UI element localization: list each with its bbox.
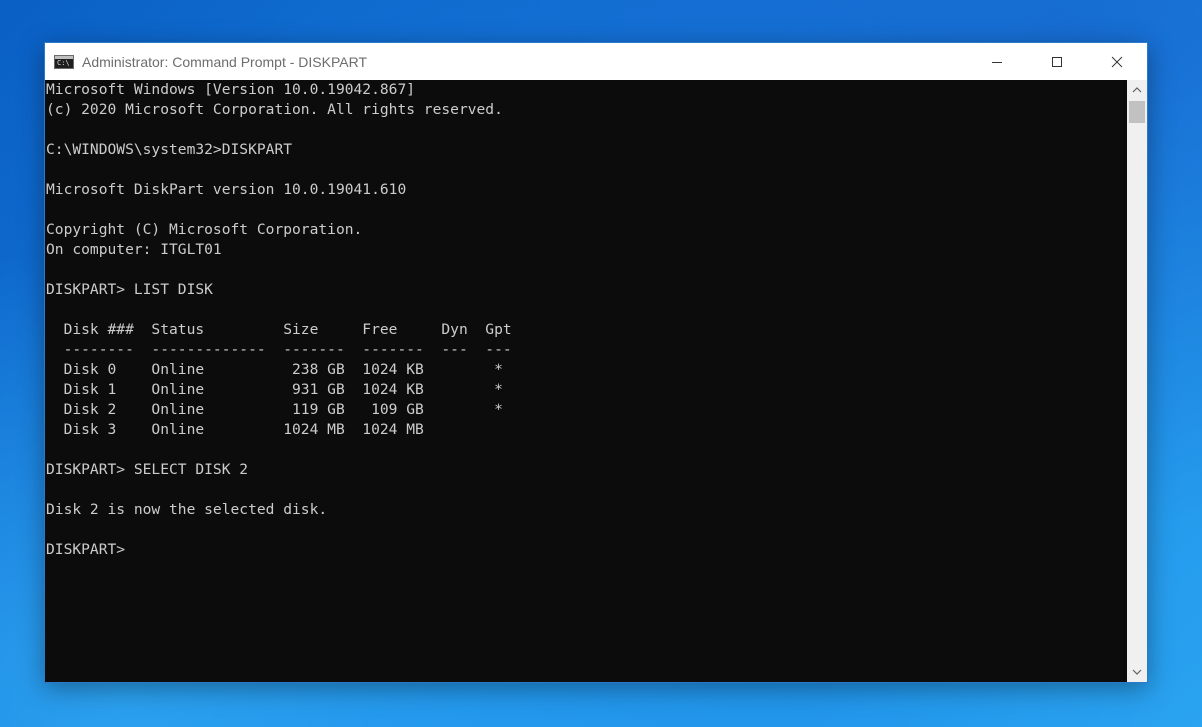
console-line: Microsoft DiskPart version 10.0.19041.61… bbox=[46, 181, 407, 198]
command-prompt-icon[interactable]: C:\ bbox=[54, 54, 74, 69]
console-line: On computer: ITGLT01 bbox=[46, 241, 222, 258]
chevron-up-icon bbox=[1132, 87, 1142, 93]
close-icon bbox=[1111, 56, 1123, 67]
console-area[interactable]: Microsoft Windows [Version 10.0.19042.86… bbox=[45, 80, 1147, 682]
console-line: Microsoft Windows [Version 10.0.19042.86… bbox=[46, 81, 416, 98]
title-bar[interactable]: C:\ Administrator: Command Prompt - DISK… bbox=[45, 43, 1147, 80]
window-title: Administrator: Command Prompt - DISKPART bbox=[82, 53, 368, 70]
maximize-icon bbox=[1052, 56, 1062, 67]
console-line: Disk 2 is now the selected disk. bbox=[46, 501, 328, 518]
scroll-thumb[interactable] bbox=[1129, 101, 1145, 123]
command-prompt-window[interactable]: C:\ Administrator: Command Prompt - DISK… bbox=[44, 42, 1148, 683]
vertical-scrollbar[interactable] bbox=[1127, 80, 1147, 682]
console-line: (c) 2020 Microsoft Corporation. All righ… bbox=[46, 101, 503, 118]
console-line: DISKPART> SELECT DISK 2 bbox=[46, 461, 249, 478]
minimize-icon bbox=[992, 61, 1002, 63]
scroll-up-button[interactable] bbox=[1127, 80, 1147, 100]
console-line: C:\WINDOWS\system32>DISKPART bbox=[46, 141, 293, 158]
console-line: -------- ------------- ------- ------- -… bbox=[46, 341, 512, 358]
console-line: Disk ### Status Size Free Dyn Gpt bbox=[46, 321, 512, 338]
maximize-button[interactable] bbox=[1027, 43, 1087, 80]
console-line: Disk 3 Online 1024 MB 1024 MB bbox=[46, 421, 424, 438]
chevron-down-icon bbox=[1132, 669, 1142, 675]
console-line: DISKPART> LIST DISK bbox=[46, 281, 213, 298]
caption-buttons bbox=[967, 43, 1147, 80]
close-button[interactable] bbox=[1087, 43, 1147, 80]
console-line: Disk 1 Online 931 GB 1024 KB * bbox=[46, 381, 503, 398]
console-line: Copyright (C) Microsoft Corporation. bbox=[46, 221, 363, 238]
console-output[interactable]: Microsoft Windows [Version 10.0.19042.86… bbox=[46, 80, 1124, 682]
app-icon-text: C:\ bbox=[57, 58, 70, 67]
console-line: DISKPART> bbox=[46, 541, 134, 558]
minimize-button[interactable] bbox=[967, 43, 1027, 80]
scroll-down-button[interactable] bbox=[1127, 662, 1147, 682]
console-line: Disk 2 Online 119 GB 109 GB * bbox=[46, 401, 503, 418]
console-line: Disk 0 Online 238 GB 1024 KB * bbox=[46, 361, 503, 378]
